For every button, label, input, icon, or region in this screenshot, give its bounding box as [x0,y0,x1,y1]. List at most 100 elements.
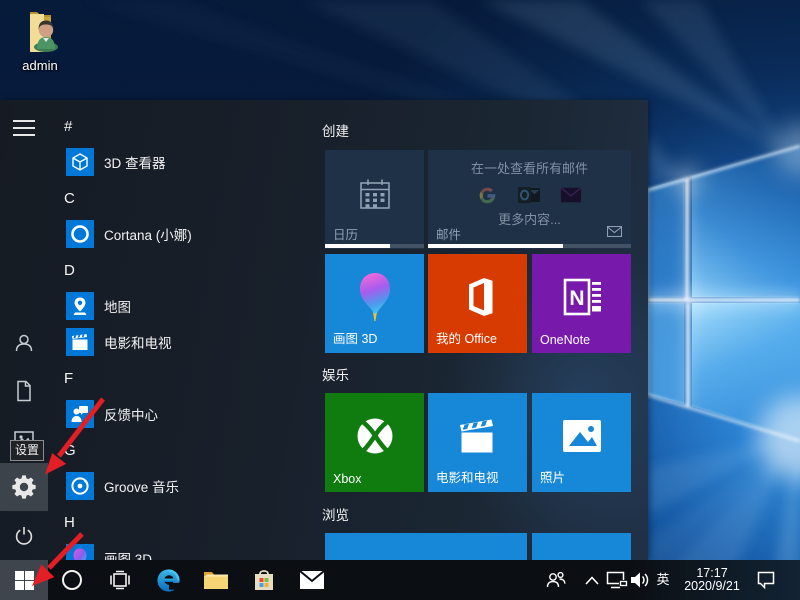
app-list-item-cortana[interactable]: Cortana (小娜) [56,216,318,252]
clock-date: 2020/9/21 [676,580,748,593]
tile-progress-fill [428,244,563,248]
taskbar: 英 17:17 2020/9/21 [0,560,800,600]
app-list-letter-label: C [56,190,75,207]
app-list-letter-label: H [56,514,75,531]
app-label: 反馈中心 [104,404,158,424]
menu-expand-button[interactable] [0,104,48,152]
chevron-up-icon [584,575,600,585]
app-list-item-groove-music[interactable]: Groove 音乐 [56,468,318,504]
tile-group-header-entertainment: 娱乐 [322,364,349,384]
volume-button[interactable] [628,560,652,600]
tile-my-office[interactable]: 我的 Office [428,254,527,353]
tile-onenote[interactable]: N OneNote [532,254,631,353]
tile-label: 我的 Office [436,328,497,347]
app-list-letter[interactable]: F [56,360,318,396]
photos-icon [532,393,631,478]
groove-music-icon [66,472,94,500]
ime-indicator[interactable]: 英 [651,560,675,600]
google-icon [477,185,498,206]
paint-3d-icon [66,544,94,560]
tile-calendar[interactable]: 日历 [325,150,424,249]
tile-label: 照片 [540,467,565,486]
movies-tv-tile-icon [428,393,527,478]
tile-mail[interactable]: 在一处查看所有邮件 [428,150,631,249]
maps-icon [66,292,94,320]
show-hidden-icons-button[interactable] [580,560,604,600]
app-label: 电影和电视 [104,332,172,352]
volume-icon [630,571,650,589]
app-list-letter[interactable]: H [56,504,318,540]
taskbar-clock[interactable]: 17:17 2020/9/21 [676,560,748,600]
user-folder-icon [17,9,63,55]
start-menu: # 3D 查看器 C Cortana (小娜) [0,100,648,560]
tile-xbox[interactable]: Xbox [325,393,424,492]
app-label: Cortana (小娜) [104,224,192,244]
tile-browse-wide[interactable] [325,533,527,560]
app-list: # 3D 查看器 C Cortana (小娜) [56,108,318,560]
people-button[interactable] [544,560,568,600]
tile-browse-small[interactable] [532,533,631,560]
desktop-icon-label: admin [6,58,74,73]
envelope-provider-icon [560,186,582,204]
documents-button[interactable] [0,367,48,415]
app-list-letter[interactable]: D [56,252,318,288]
settings-tooltip: 设置 [10,440,44,461]
app-list-item-maps[interactable]: 地图 [56,288,318,324]
app-list-letter-label: # [56,118,72,135]
network-icon [606,571,628,589]
tile-label: 画图 3D [333,328,377,347]
desktop-icon-admin[interactable]: admin [6,9,74,73]
user-account-button[interactable] [0,319,48,367]
tile-progress-fill [325,244,390,248]
app-label: 画图 3D [104,548,152,560]
tile-label: 日历 [333,224,358,243]
tile-progress [428,244,631,248]
app-list-item-movies-tv[interactable]: 电影和电视 [56,324,318,360]
app-list-letter-label: F [56,370,73,387]
3d-viewer-icon [66,148,94,176]
tile-progress [325,244,424,248]
app-list-letter[interactable]: G [56,432,318,468]
mail-tile-headline: 在一处查看所有邮件 [428,158,631,177]
mail-badge-icon [607,224,622,242]
tile-group-header-create: 创建 [322,120,349,140]
network-button[interactable] [605,560,629,600]
tile-label: 电影和电视 [436,467,499,486]
svg-text:N: N [569,287,584,310]
feedback-hub-icon [66,400,94,428]
outlook-icon [517,184,541,206]
app-label: 3D 查看器 [104,152,166,172]
app-list-item-paint-3d[interactable]: 画图 3D [56,540,318,560]
power-button[interactable] [0,511,48,560]
movies-tv-icon [66,328,94,356]
app-list-letter[interactable]: # [56,108,318,144]
action-center-icon [755,570,777,590]
cortana-icon [66,220,94,248]
hamburger-icon [13,119,35,137]
action-center-button[interactable] [754,560,778,600]
system-tray: 英 17:17 2020/9/21 [0,560,800,600]
app-list-letter-label: D [56,262,75,279]
tile-photos[interactable]: 照片 [532,393,631,492]
app-list-letter-label: G [56,442,76,459]
tile-label: Xbox [333,472,362,486]
people-icon [545,570,567,590]
tile-paint-3d[interactable]: 画图 3D [325,254,424,353]
tile-movies-tv[interactable]: 电影和电视 [428,393,527,492]
documents-icon [12,379,36,403]
tile-group-header-browse: 浏览 [322,504,349,524]
tile-label: OneNote [540,333,590,347]
desktop: admin [0,0,800,600]
app-label: 地图 [104,296,131,316]
app-list-item-3d-viewer[interactable]: 3D 查看器 [56,144,318,180]
settings-button[interactable] [0,463,48,511]
onenote-icon: N [532,254,631,339]
tile-label: 邮件 [436,224,461,243]
user-icon [12,331,36,355]
paint-3d-tile-icon [325,254,424,339]
office-icon [428,254,527,339]
app-list-letter[interactable]: C [56,180,318,216]
app-list-item-feedback-hub[interactable]: 反馈中心 [56,396,318,432]
power-icon [12,524,36,548]
xbox-icon [325,393,424,478]
